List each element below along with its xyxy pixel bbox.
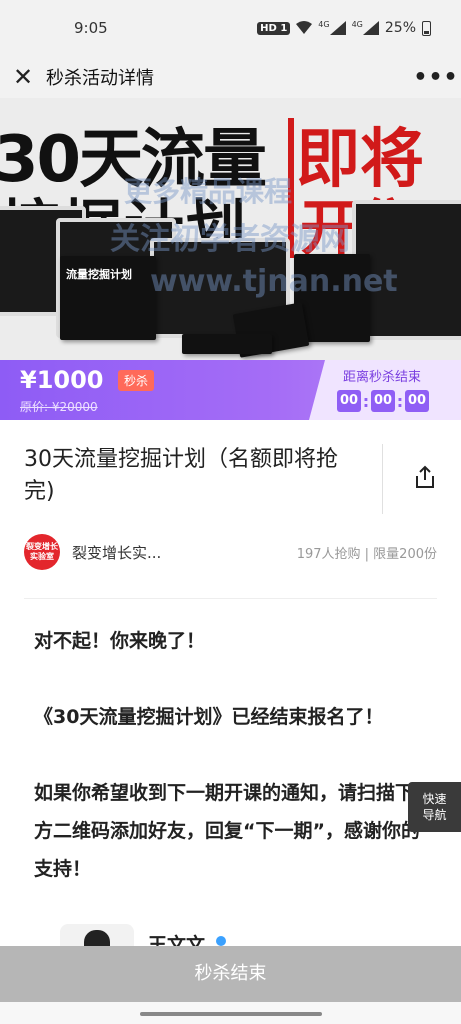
price-bar: ¥1000 秒杀 原价: ¥20000 距离秒杀结束 00 : 00 : 00 bbox=[0, 360, 461, 420]
status-icons: HD 1 4G 4G 25% bbox=[257, 20, 431, 36]
signal-icon bbox=[329, 21, 346, 35]
flash-sale-badge: 秒杀 bbox=[118, 370, 155, 391]
countdown-colon: : bbox=[396, 391, 404, 411]
countdown-colon: : bbox=[362, 391, 370, 411]
shop-name: 裂变增长实... bbox=[72, 543, 162, 562]
status-time: 9:05 bbox=[74, 19, 108, 37]
countdown-minutes: 00 bbox=[371, 390, 395, 412]
home-indicator[interactable] bbox=[140, 1012, 322, 1016]
countdown-label: 距离秒杀结束 bbox=[343, 370, 422, 385]
content-paragraph-3: 如果你希望收到下一期开课的通知，请扫描下方二维码添加好友，回复“下一期”，感谢你… bbox=[34, 782, 420, 880]
battery-icon bbox=[422, 20, 431, 36]
verified-icon bbox=[216, 936, 226, 946]
title-divider bbox=[382, 444, 383, 514]
countdown-hours: 00 bbox=[337, 390, 361, 412]
nav-bar: ✕ 秒杀活动详情 ••• bbox=[0, 56, 461, 98]
watermark-3: www.tjnan.net bbox=[150, 264, 398, 299]
original-price: 原价: ¥20000 bbox=[20, 400, 98, 414]
countdown-panel: 距离秒杀结束 00 : 00 : 00 bbox=[309, 360, 461, 420]
battery-percent: 25% bbox=[384, 20, 416, 36]
sales-count: 197人抢购 | 限量200份 bbox=[296, 546, 437, 562]
quick-nav-line-1: 快速 bbox=[422, 792, 447, 806]
status-bar: 9:05 HD 1 4G 4G 25% bbox=[0, 0, 461, 56]
product-title-area: 30天流量挖掘计划（名额即将抢完) bbox=[0, 420, 461, 520]
countdown-timer: 00 : 00 : 00 bbox=[337, 390, 429, 412]
banner-book-4 bbox=[182, 334, 272, 354]
product-title: 30天流量挖掘计划（名额即将抢完) bbox=[24, 447, 338, 504]
page: 9:05 HD 1 4G 4G 25% ✕ 秒杀活动详情 ••• 30天流量 挖… bbox=[0, 0, 461, 1024]
sale-ended-button[interactable]: 秒杀结束 bbox=[0, 946, 461, 1002]
quick-nav-line-2: 导航 bbox=[422, 808, 447, 822]
home-indicator-bar bbox=[0, 1002, 461, 1024]
sale-price: ¥1000 bbox=[20, 366, 104, 394]
banner-book-1: 流量挖掘计划 bbox=[60, 256, 156, 340]
quick-nav-button[interactable]: 快速 导航 bbox=[408, 782, 461, 832]
share-icon[interactable] bbox=[412, 464, 438, 490]
wifi-icon bbox=[296, 21, 313, 34]
divider bbox=[24, 598, 437, 599]
article-content: 对不起！你来晚了！ 《30天流量挖掘计划》已经结束报名了！ 如果你希望收到下一期… bbox=[34, 622, 430, 926]
banner-book-title: 流量挖掘计划 bbox=[66, 268, 132, 281]
content-paragraph-1: 对不起！你来晚了！ bbox=[34, 630, 206, 652]
more-icon[interactable]: ••• bbox=[411, 65, 461, 90]
close-icon[interactable]: ✕ bbox=[0, 65, 46, 89]
countdown-seconds: 00 bbox=[405, 390, 429, 412]
signal-icon-2 bbox=[362, 21, 379, 35]
network-label-2: 4G bbox=[351, 19, 363, 29]
watermark-2: 关注初学者资源网 bbox=[110, 222, 350, 257]
promo-banner: 30天流量 挖掘计划 即将 开售 流量挖掘计划 更多精品课程 关注初学者资源网 … bbox=[0, 98, 461, 360]
shop-logo: 裂变增长实验室 bbox=[24, 534, 60, 570]
content-paragraph-2: 《30天流量挖掘计划》已经结束报名了！ bbox=[34, 706, 384, 728]
network-label: 4G bbox=[318, 19, 330, 29]
page-title: 秒杀活动详情 bbox=[46, 68, 154, 89]
shop-row[interactable]: 裂变增长实验室 裂变增长实... 197人抢购 | 限量200份 bbox=[24, 530, 437, 574]
hd-badge: HD 1 bbox=[257, 21, 291, 35]
watermark-1: 更多精品课程 bbox=[124, 175, 293, 208]
